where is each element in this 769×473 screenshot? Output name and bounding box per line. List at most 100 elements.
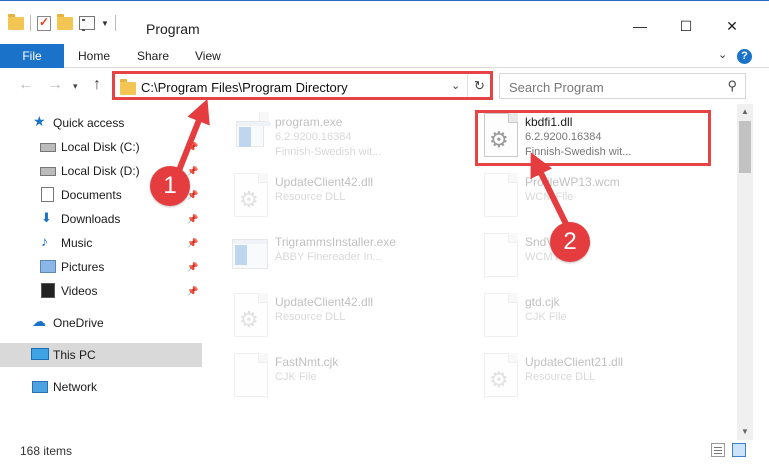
file-type: Resource DLL <box>275 191 346 203</box>
search-input[interactable]: Search Program ⚲ <box>499 73 746 99</box>
network-icon <box>32 381 48 393</box>
videos-icon <box>41 283 55 298</box>
recent-locations-icon[interactable]: ▾ <box>73 81 78 92</box>
file-type: ABBY Finereader In... <box>275 251 382 263</box>
dll-icon: ⚙ <box>230 173 270 221</box>
pin-icon[interactable]: 📌 <box>187 262 198 273</box>
exe-icon <box>230 233 270 281</box>
list-item[interactable]: ⚙ UpdateClient21.dll Resource DLL <box>480 349 720 405</box>
sidebar-item-label: Quick access <box>53 116 125 130</box>
details-view-icon[interactable] <box>711 443 725 457</box>
sidebar-item-label: OneDrive <box>53 316 104 330</box>
pin-icon[interactable]: 📌 <box>187 238 198 249</box>
search-icon[interactable]: ⚲ <box>727 78 737 94</box>
customize-toolbar-icon[interactable] <box>79 16 95 31</box>
large-icons-view-icon[interactable] <box>732 443 746 457</box>
file-name: UpdateClient21.dll <box>525 355 624 369</box>
toolbar-separator <box>30 15 31 31</box>
sidebar-item-label: Documents <box>61 188 122 202</box>
dll-icon: ⚙ <box>480 353 520 401</box>
expand-ribbon-icon[interactable]: ⌄ <box>718 48 727 61</box>
step-2-badge: 2 <box>550 222 590 262</box>
file-type: 6.2.9200.16384 <box>275 131 352 143</box>
file-name: program.exe <box>275 115 343 129</box>
sidebar-item-this-pc[interactable]: This PC <box>0 343 202 367</box>
file-type: Resource DLL <box>275 311 346 323</box>
forward-arrow-icon[interactable]: → <box>47 76 63 94</box>
pin-icon[interactable]: 📌 <box>187 286 198 297</box>
sidebar-item-quick-access[interactable]: ★ Quick access <box>0 111 202 135</box>
tab-share[interactable]: Share <box>137 44 169 68</box>
file-name: UpdateClient42.dll <box>275 295 374 309</box>
file-name: ProfileWP13.wcm <box>525 175 620 189</box>
list-item[interactable]: ⚙ UpdateClient42.dll Resource DLL <box>230 289 470 345</box>
minimize-button[interactable]: — <box>617 19 663 41</box>
sidebar-item-music[interactable]: ♪ Music 📌 <box>0 231 202 255</box>
sidebar-item-label: Pictures <box>61 260 105 274</box>
sidebar-item-pictures[interactable]: Pictures 📌 <box>0 255 202 279</box>
file-description: Finnish-Swedish wit... <box>275 146 382 158</box>
sidebar-item-label: Network <box>53 380 98 394</box>
item-count: 168 items <box>20 444 73 458</box>
close-button[interactable]: ✕ <box>709 19 755 41</box>
sidebar-item-label: Local Disk (C:) <box>61 140 140 154</box>
address-highlight-box <box>112 71 493 100</box>
gear-icon: ⚙ <box>489 367 509 392</box>
documents-icon <box>41 187 54 202</box>
scroll-up-icon[interactable]: ▲ <box>737 104 753 120</box>
folder-icon <box>8 13 24 30</box>
vertical-scrollbar[interactable]: ▲ ▼ <box>737 104 753 440</box>
sidebar-item-label: Local Disk (D:) <box>61 164 140 178</box>
file-type: CJK File <box>275 371 317 383</box>
list-item[interactable]: FastNmt.cjk CJK File <box>230 349 470 405</box>
downloads-icon: ⬇ <box>41 210 52 225</box>
scroll-down-icon[interactable]: ▼ <box>737 424 753 440</box>
sidebar-item-label: This PC <box>53 348 96 362</box>
file-icon <box>480 173 520 221</box>
properties-check-icon[interactable] <box>37 15 51 31</box>
new-folder-icon[interactable] <box>57 13 73 30</box>
file-name: FastNmt.cjk <box>275 355 339 369</box>
list-item[interactable]: SndVol.wcm WCM File <box>480 229 720 285</box>
drive-icon <box>40 143 56 152</box>
file-name: gtd.cjk <box>525 295 560 309</box>
status-bar: 168 items <box>0 441 769 461</box>
gear-icon: ⚙ <box>239 187 259 212</box>
step-1-badge: 1 <box>150 166 190 206</box>
list-item[interactable]: ⚙ UpdateClient42.dll Resource DLL <box>230 169 470 225</box>
list-item[interactable]: program.exe 6.2.9200.16384 Finnish-Swedi… <box>230 109 470 165</box>
sidebar-item-network[interactable]: Network <box>0 375 202 399</box>
file-name: TrigrammsInstaller.exe <box>275 235 396 249</box>
tab-home[interactable]: Home <box>78 44 110 68</box>
file-icon <box>230 353 270 401</box>
tab-view[interactable]: View <box>195 44 221 68</box>
scrollbar-thumb[interactable] <box>739 121 751 173</box>
sidebar-item-label: Downloads <box>61 212 121 226</box>
sidebar-item-downloads[interactable]: ⬇ Downloads 📌 <box>0 207 202 231</box>
chevron-down-icon[interactable]: ▼ <box>101 19 109 28</box>
sidebar-item-onedrive[interactable]: ☁ OneDrive <box>0 311 202 335</box>
pin-icon[interactable]: 📌 <box>187 142 198 153</box>
pin-icon[interactable]: 📌 <box>187 214 198 225</box>
tab-file[interactable]: File <box>0 44 64 68</box>
file-name: UpdateClient42.dll <box>275 175 374 189</box>
list-item[interactable]: gtd.cjk CJK File <box>480 289 720 345</box>
sidebar-item-videos[interactable]: Videos 📌 <box>0 279 202 303</box>
this-pc-icon <box>31 348 49 360</box>
file-icon <box>480 293 520 341</box>
music-icon: ♪ <box>41 233 48 249</box>
search-placeholder: Search Program <box>509 80 604 95</box>
help-icon[interactable]: ? <box>737 49 752 64</box>
maximize-button[interactable]: ☐ <box>663 19 709 41</box>
up-arrow-icon[interactable]: ↑ <box>93 76 101 94</box>
onedrive-icon: ☁ <box>32 313 46 329</box>
list-item[interactable]: ProfileWP13.wcm WCM File <box>480 169 720 225</box>
pin-icon[interactable]: 📌 <box>187 166 198 177</box>
list-item[interactable]: TrigrammsInstaller.exe ABBY Finereader I… <box>230 229 470 285</box>
file-type: WCM File <box>525 191 574 203</box>
back-arrow-icon[interactable]: ← <box>18 76 34 94</box>
title-bar: ▼ Program — ☐ ✕ <box>0 0 769 44</box>
sidebar-item-local-disk-c[interactable]: Local Disk (C:) 📌 <box>0 135 202 159</box>
ribbon-tabs: File Home Share View ⌄ ? <box>0 44 769 68</box>
file-icon <box>480 233 520 281</box>
